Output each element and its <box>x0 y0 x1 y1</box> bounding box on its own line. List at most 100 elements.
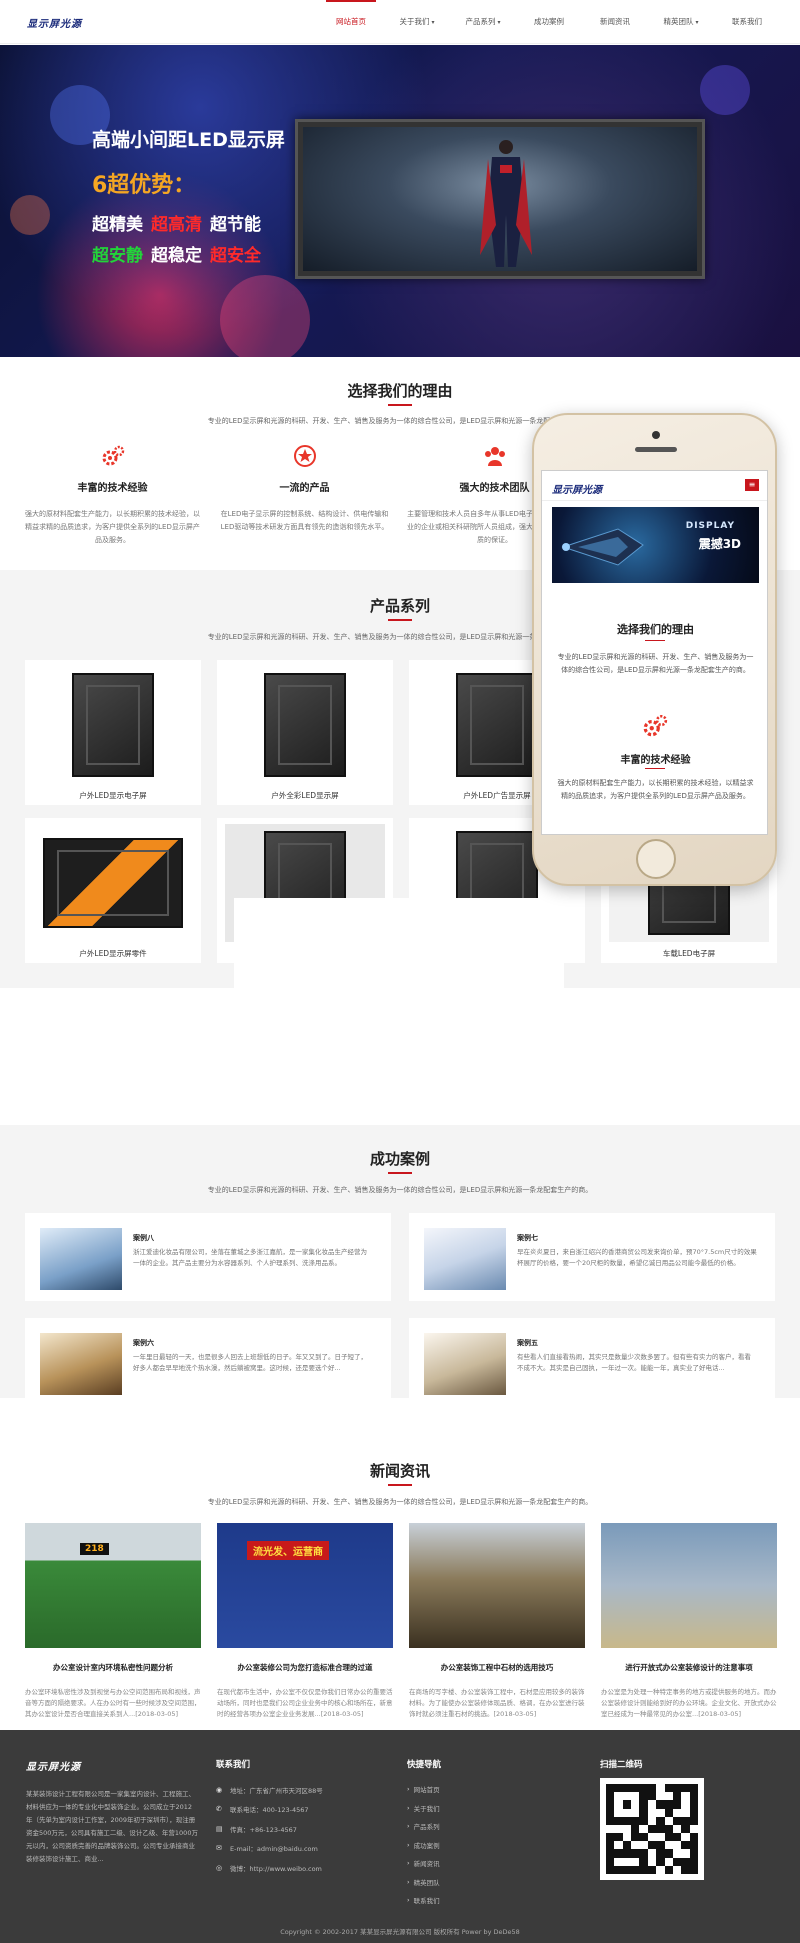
menu-icon[interactable]: ≡ <box>745 479 759 491</box>
news-title[interactable]: 办公室装修公司为您打造标准合理的过道 <box>217 1662 393 1673</box>
nav-item-label: 成功案例 <box>534 17 564 26</box>
news-section-title: 新闻资讯 <box>369 1462 430 1480</box>
footer-contact-item: ◎ 微博：http://www.weibo.com <box>216 1858 323 1878</box>
footer-contact-text: 地址：广东省广州市天河区88号 <box>230 1786 323 1795</box>
banner-features-line2: 超安静 超稳定 超安全 <box>92 241 269 266</box>
product-label[interactable]: 户外全彩LED显示屏 <box>217 790 393 801</box>
case-title[interactable]: 案例七 <box>517 1233 538 1243</box>
qr-code <box>600 1778 704 1880</box>
feature-text: 超节能 <box>210 215 261 235</box>
feature-text: 超高清 <box>151 215 202 235</box>
title-underline <box>645 768 665 769</box>
case-card[interactable]: 案例五 有些看人们直接看热闹，其实只是数量少次数多罢了。但有些有实力的客户，看看不… <box>409 1318 775 1406</box>
case-title[interactable]: 案例八 <box>133 1233 154 1243</box>
nav-item[interactable]: 联系我们 <box>714 0 780 44</box>
footer-contact-list: ◉ 地址：广东省广州市天河区88号 ✆ 联系电话：400-123-4567 ▤ 传真：+8… <box>216 1780 323 1878</box>
footer-qr-title: 扫描二维码 <box>600 1760 643 1770</box>
weibo-icon: ◎ <box>216 1863 223 1872</box>
news-title[interactable]: 进行开放式办公室装修设计的注意事项 <box>601 1662 777 1673</box>
footer-link[interactable]: 新闻资讯 <box>407 1854 440 1873</box>
case-text: 一年里日最轻的一天，也是很多人回去上班想低的日子。年又又到了。日子短了，好多人都… <box>133 1353 367 1372</box>
blank-overlay <box>234 898 564 1010</box>
feature-text: 超安全 <box>210 246 261 266</box>
footer-link[interactable]: 产品系列 <box>407 1817 440 1836</box>
footer-contact-item: ✉ E-mail：admin@baidu.com <box>216 1839 323 1859</box>
footer-links: 网站首页关于我们产品系列成功案例新闻资讯精英团队联系我们 <box>407 1780 440 1910</box>
case-card[interactable]: 案例七早在炎炎夏日，来自浙江绍兴的香港商贸公司发来询价单，预70°7.5cm尺寸… <box>409 1213 775 1301</box>
nav-item-label: 联系我们 <box>732 17 762 26</box>
news-section-desc: 专业的LED显示屏和光源的科研、开发、生产、销售及服务为一体的综合性公司，是LE… <box>207 1498 593 1506</box>
case-card[interactable]: 案例八 浙江爱迪化妆品有限公司，坐落在董城之多浙江嘉航，是一家集化妆品生产经营为一… <box>25 1213 391 1301</box>
news-image[interactable]: 流光发、运营商 <box>217 1523 393 1648</box>
footer-logo[interactable]: 显示屏光源 <box>26 1758 81 1773</box>
product-card[interactable]: 户外全彩LED显示屏 <box>217 660 393 805</box>
nav-item[interactable]: 网站首页 <box>318 0 384 44</box>
phone-speaker <box>635 447 677 452</box>
case-card[interactable]: 案例六一年里日最轻的一天，也是很多人回去上班想低的日子。年又又到了。日子短了，好… <box>25 1318 391 1406</box>
footer-link[interactable]: 关于我们 <box>407 1799 440 1818</box>
mobile-banner: DISPLAY 震撼3D <box>552 507 759 583</box>
case-title[interactable]: 案例六 <box>133 1338 154 1348</box>
fax-icon: ▤ <box>216 1824 223 1833</box>
mobile-item-title: 丰富的技术经验 <box>620 755 691 766</box>
case-image[interactable] <box>40 1333 122 1395</box>
case-image[interactable] <box>40 1228 122 1290</box>
nav-item-label: 关于我们 <box>399 17 430 26</box>
phone-camera <box>652 431 660 439</box>
main-nav: 网站首页 关于我们 ▾ 产品系列 ▾ 成功案例 新闻资讯 精英团队 ▾ 联系我们 <box>318 0 780 44</box>
news-card[interactable]: 流光发、运营商 办公室装修公司为您打造标准合理的过道 在现代都市生活中，办公室不仅仅… <box>217 1523 393 1720</box>
product-card[interactable]: 户外LED显示电子屏 <box>25 660 201 805</box>
product-label[interactable]: 户外LED显示电子屏 <box>25 790 201 801</box>
bokeh-light <box>700 65 750 115</box>
copyright: Copyright © 2002-2017 某某显示屏光源有限公司 版权所有 P… <box>280 1928 520 1936</box>
nav-item[interactable]: 产品系列 ▾ <box>450 0 516 44</box>
banner-title: 高端小间距LED显示屏 <box>92 129 285 151</box>
product-label[interactable]: 户外LED显示屏零件 <box>25 948 201 959</box>
product-label[interactable]: 车载LED电子屏 <box>601 948 777 959</box>
footer-link[interactable]: 成功案例 <box>407 1836 440 1855</box>
nav-item[interactable]: 新闻资讯 <box>582 0 648 44</box>
why-item-title: 一流的产品 <box>279 483 330 494</box>
news-image[interactable] <box>409 1523 585 1648</box>
feature-text: 超精美 <box>92 215 143 235</box>
news-title[interactable]: 办公室装饰工程中石材的选用技巧 <box>409 1662 585 1673</box>
product-image[interactable] <box>33 666 193 784</box>
led-cabinet-image <box>43 838 183 928</box>
nav-item[interactable]: 关于我们 ▾ <box>384 0 450 44</box>
led-cabinet-image <box>264 673 346 777</box>
footer-contact-text: E-mail：admin@baidu.com <box>230 1845 318 1854</box>
news-card[interactable]: 办公室装饰工程中石材的选用技巧 在商场的写字楼、办公室装饰工程中，石材是应用较多的… <box>409 1523 585 1720</box>
nav-item[interactable]: 成功案例 <box>516 0 582 44</box>
case-image[interactable] <box>424 1228 506 1290</box>
banner-subtitle: 6超优势： <box>92 173 196 198</box>
hero-banner: 高端小间距LED显示屏 6超优势： 超精美 超高清 超节能 超安静 超稳定 超安全 <box>0 45 800 357</box>
phone-home-button <box>636 839 676 879</box>
email-icon: ✉ <box>216 1844 222 1853</box>
footer-link[interactable]: 精英团队 <box>407 1873 440 1892</box>
why-item-text: 在LED电子显示屏的控制系统、结构设计、供电传输和LED驱动等技术研发方面具有领… <box>220 510 389 531</box>
case-image[interactable] <box>424 1333 506 1395</box>
news-card[interactable]: 进行开放式办公室装修设计的注意事项 办公室是为处理一种特定事务的地方或提供服务的地… <box>601 1523 777 1720</box>
news-title[interactable]: 办公室设计室内环境私密性问题分析 <box>25 1662 201 1673</box>
product-card[interactable]: 户外LED显示屏零件 <box>25 818 201 963</box>
product-image[interactable] <box>33 824 193 942</box>
footer-link[interactable]: 网站首页 <box>407 1780 440 1799</box>
chevron-down-icon: ▾ <box>429 19 435 26</box>
footer-link[interactable]: 联系我们 <box>407 1891 440 1910</box>
mobile-logo[interactable]: 显示屏光源 <box>552 481 602 496</box>
case-text: 早在炎炎夏日，来自浙江绍兴的香港商贸公司发来询价单，预70°7.5cm尺寸的效果… <box>517 1248 757 1267</box>
news-image[interactable] <box>601 1523 777 1648</box>
case-title[interactable]: 案例五 <box>517 1338 538 1348</box>
site-logo[interactable]: 显示屏光源 <box>27 15 82 30</box>
news-card[interactable]: 218 办公室设计室内环境私密性问题分析 办公室环境私密性涉及到视觉与办公空间范围布… <box>25 1523 201 1720</box>
mobile-section-desc: 专业的LED显示屏和光源的科研、开发、生产、销售及服务为一体的综合性公司，是LE… <box>557 653 754 674</box>
why-item-title: 丰富的技术经验 <box>77 483 148 494</box>
product-image[interactable] <box>225 666 385 784</box>
title-underline <box>388 1172 412 1174</box>
news-image[interactable]: 218 <box>25 1523 201 1648</box>
nav-item[interactable]: 精英团队 ▾ <box>648 0 714 44</box>
cases-section-title: 成功案例 <box>369 1150 430 1168</box>
spaceship-image <box>561 528 644 566</box>
footer-contact-text: 微博：http://www.weibo.com <box>230 1864 322 1873</box>
title-underline <box>388 619 412 621</box>
